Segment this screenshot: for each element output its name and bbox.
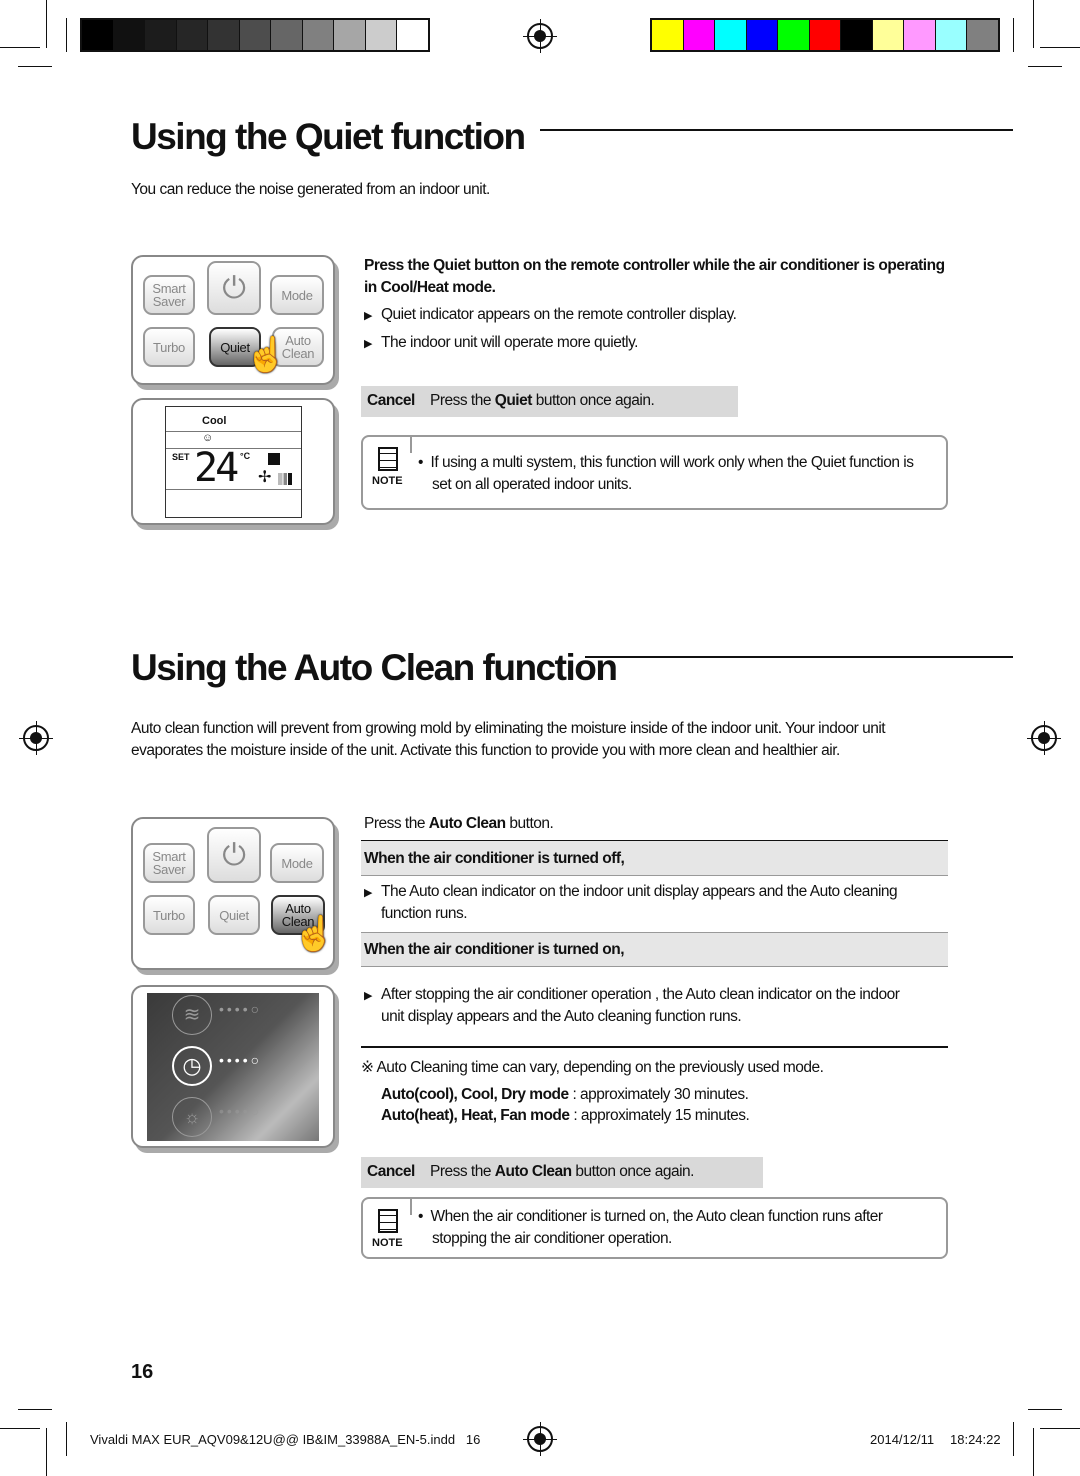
bullet-item-line2: function runs. xyxy=(381,905,468,922)
auto-clean-intro-line2: evaporates the moisture inside of the un… xyxy=(131,742,840,759)
on-header: When the air conditioner is turned on, xyxy=(364,941,625,958)
remote-display-illustration: Cool ☺ SET 24 °C ✢ xyxy=(131,398,335,525)
bullet-item: The indoor unit will operate more quietl… xyxy=(364,334,639,352)
note-box: NOTE • If using a multi system, this fun… xyxy=(361,435,948,510)
color-swatch xyxy=(652,20,684,50)
color-swatch xyxy=(872,20,905,50)
remote-buttons-illustration: Smart Saver ⏻ Mode Turbo Quiet Auto Clea… xyxy=(131,817,335,970)
color-swatch xyxy=(82,20,114,50)
footer-date: 2014/12/11 xyxy=(870,1432,935,1447)
power-button: ⏻ xyxy=(207,827,261,883)
color-swatch xyxy=(715,20,747,50)
color-swatch xyxy=(271,20,303,50)
registration-mark-icon xyxy=(523,19,557,53)
time-row: Auto(cool), Cool, Dry mode : approximate… xyxy=(381,1086,749,1103)
quiet-intro: You can reduce the noise generated from … xyxy=(131,181,490,198)
color-swatch xyxy=(113,20,146,50)
cancel-label: Cancel xyxy=(367,1163,415,1180)
bullet-item-line2: unit display appears and the Auto cleani… xyxy=(381,1008,742,1025)
quiet-indicator-icon: ☺ xyxy=(202,432,214,444)
note-icon xyxy=(378,447,398,471)
note-text: • When the air conditioner is turned on,… xyxy=(418,1208,883,1225)
color-swatch xyxy=(302,20,335,50)
note-text-line2: stopping the air conditioner operation. xyxy=(432,1230,672,1247)
cancel-text: Press the Quiet button once again. xyxy=(430,392,655,409)
turbo-button: Turbo xyxy=(143,895,195,935)
display-unit: °C xyxy=(240,451,251,461)
display-temp: 24 xyxy=(194,445,239,491)
color-swatch xyxy=(145,20,177,50)
display-set: SET xyxy=(172,452,190,462)
cancel-bar: Cancel Press the Auto Clean button once … xyxy=(361,1157,763,1188)
auto-clean-intro: Auto clean function will prevent from gr… xyxy=(131,720,886,737)
mode-button: Mode xyxy=(270,843,324,883)
color-swatch xyxy=(397,20,429,50)
fan-speed-icon xyxy=(278,473,292,485)
note-text: • If using a multi system, this function… xyxy=(418,454,914,471)
page-number: 16 xyxy=(131,1361,154,1383)
indoor-unit-display-illustration: ≋ ••••○ ◷ ••••○ ☼ ••••○ xyxy=(131,985,335,1148)
cancel-text: Press the Auto Clean button once again. xyxy=(430,1163,694,1180)
time-row: Auto(heat), Heat, Fan mode : approximate… xyxy=(381,1107,750,1124)
color-swatch xyxy=(841,20,873,50)
note-label: NOTE xyxy=(372,1237,403,1249)
title-rule xyxy=(540,129,1013,131)
display-mode: Cool xyxy=(202,415,227,427)
bullet-item: Quiet indicator appears on the remote co… xyxy=(364,306,737,324)
note-icon xyxy=(378,1209,398,1233)
cancel-bar: Cancel Press the Quiet button once again… xyxy=(361,386,738,417)
auto-clean-timer-icon: ◷ xyxy=(172,1046,212,1086)
color-bar xyxy=(650,18,1000,52)
note-box: NOTE • When the air conditioner is turne… xyxy=(361,1197,948,1259)
off-header: When the air conditioner is turned off, xyxy=(364,850,625,867)
bullet-item: The Auto clean indicator on the indoor u… xyxy=(364,883,898,901)
color-swatch xyxy=(967,20,999,50)
hand-pointer-icon: ☝ xyxy=(293,915,336,953)
footer-time: 18:24:22 xyxy=(950,1432,1001,1447)
swing-icon xyxy=(268,453,280,465)
turbo-button: Turbo xyxy=(143,327,195,367)
section-title-auto-clean: Using the Auto Clean function xyxy=(131,647,618,688)
quiet-instruction: Press the Quiet button on the remote con… xyxy=(364,257,945,274)
auto-clean-instruction: Press the Auto Clean button. xyxy=(364,815,554,832)
note-label: NOTE xyxy=(372,475,403,487)
quiet-button: Quiet xyxy=(208,895,260,935)
time-note: ※ Auto Cleaning time can vary, depending… xyxy=(361,1059,824,1076)
registration-mark-icon xyxy=(1027,721,1061,755)
dry-icon: ☼ xyxy=(172,1097,212,1137)
grayscale-bar xyxy=(80,18,430,52)
color-swatch xyxy=(778,20,810,50)
color-swatch xyxy=(365,20,398,50)
fan-icon: ✢ xyxy=(258,469,272,486)
bullet-item: After stopping the air conditioner opera… xyxy=(364,986,900,1004)
title-rule xyxy=(585,656,1013,658)
power-button: ⏻ xyxy=(207,261,261,315)
color-swatch xyxy=(334,20,366,50)
humidity-icon: ≋ xyxy=(172,995,212,1035)
note-text-line2: set on all operated indoor units. xyxy=(432,476,632,493)
color-swatch xyxy=(208,20,240,50)
color-swatch xyxy=(809,20,842,50)
color-swatch xyxy=(746,20,779,50)
color-swatch xyxy=(935,20,968,50)
color-swatch xyxy=(904,20,936,50)
quiet-instruction-line2: in Cool/Heat mode. xyxy=(364,279,496,296)
color-swatch xyxy=(176,20,209,50)
section-title-quiet: Using the Quiet function xyxy=(131,116,526,157)
registration-mark-icon xyxy=(19,721,53,755)
smart-saver-button: Smart Saver xyxy=(143,843,195,883)
remote-buttons-illustration: Smart Saver ⏻ Mode Turbo Quiet Auto Clea… xyxy=(131,255,335,385)
registration-mark-icon xyxy=(523,1422,557,1456)
mode-button: Mode xyxy=(270,275,324,315)
color-swatch xyxy=(683,20,716,50)
smart-saver-button: Smart Saver xyxy=(143,275,195,315)
cancel-label: Cancel xyxy=(367,392,415,409)
footer-file: Vivaldi MAX EUR_AQV09&12U@@ IB&IM_33988A… xyxy=(90,1432,481,1447)
color-swatch xyxy=(239,20,272,50)
hand-pointer-icon: ☝ xyxy=(245,336,288,374)
